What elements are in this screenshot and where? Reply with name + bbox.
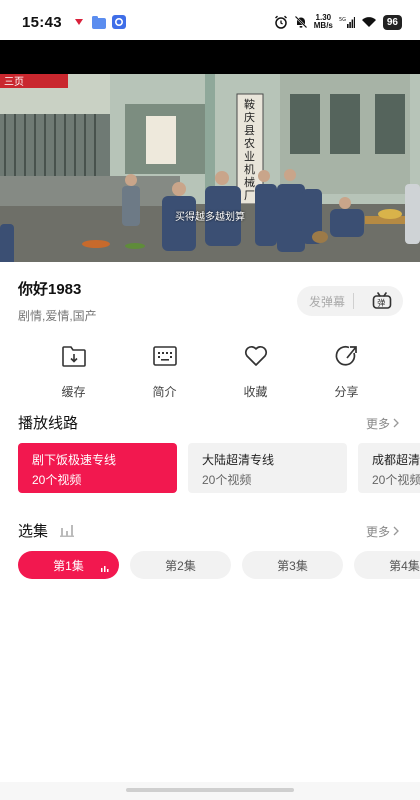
episode-label: 第3集 — [277, 558, 308, 573]
chevron-right-icon — [392, 525, 400, 539]
danmaku-bar: 发弹幕 弹 — [297, 286, 403, 316]
share-button[interactable]: 分享 — [301, 344, 392, 400]
favorite-button[interactable]: 收藏 — [210, 344, 301, 400]
banner-text: 三页 — [4, 76, 24, 88]
favorite-label: 收藏 — [243, 385, 268, 399]
line-name: 大陆超清专线 — [202, 453, 275, 467]
episodes-section-title: 选集 — [18, 520, 75, 541]
show-title: 你好1983 — [18, 281, 82, 298]
heart-icon — [243, 344, 269, 373]
notification-icons — [72, 15, 126, 29]
network-speed: 1.30 MB/s — [314, 14, 333, 30]
chevron-right-icon — [392, 417, 400, 431]
danmaku-divider — [353, 293, 354, 309]
episode-pill[interactable]: 第4集 — [354, 551, 420, 579]
download-label: 缓存 — [61, 385, 86, 399]
cellular-signal-icon: 5G — [339, 15, 355, 29]
keyboard-icon — [152, 344, 178, 373]
line-name: 成都超清 — [372, 453, 420, 467]
play-lines-list: 剧下饭极速专线 20个视频 大陆超清专线 20个视频 成都超清 20个视频 — [18, 443, 420, 493]
app-screen: 15:43 1.30 MB/s 5G 96 三页 鞍庆县农业机械厂 买得越多越划… — [0, 0, 420, 800]
home-indicator[interactable] — [126, 788, 294, 792]
action-row: 缓存 简介 收藏 分享 — [0, 344, 420, 400]
folder-app-icon — [91, 15, 106, 29]
sign-text: 鞍庆县农业机械厂 — [244, 97, 255, 202]
mute-bell-icon — [294, 15, 308, 29]
show-info: 你好1983 剧情,爱情,国产 — [18, 278, 97, 324]
episode-label: 第2集 — [165, 558, 196, 573]
send-danmaku-button[interactable]: 发弹幕 — [297, 293, 353, 310]
download-icon — [61, 344, 87, 373]
episode-pill[interactable]: 第2集 — [130, 551, 231, 579]
video-subtitle: 买得越多越划算 — [175, 212, 245, 223]
playing-indicator-icon — [101, 561, 109, 575]
svg-text:5G: 5G — [339, 17, 346, 23]
wifi-icon — [361, 15, 377, 29]
episode-label: 第1集 — [53, 558, 84, 573]
lines-more-link[interactable]: 更多 — [366, 415, 400, 432]
danmaku-toggle-icon[interactable]: 弹 — [372, 292, 392, 310]
intro-label: 简介 — [152, 385, 177, 399]
settings-app-icon — [111, 15, 126, 29]
episodes-more-label: 更多 — [365, 525, 390, 539]
episodes-title-text: 选集 — [18, 523, 49, 540]
line-name: 剧下饭极速专线 — [32, 453, 117, 467]
line-count: 20个视频 — [32, 473, 82, 487]
video-frame: 三页 鞍庆县农业机械厂 — [0, 74, 420, 262]
lines-more-label: 更多 — [365, 417, 390, 431]
alarm-icon — [274, 15, 288, 29]
video-player[interactable]: 三页 鞍庆县农业机械厂 买得越多越划算 — [0, 40, 420, 262]
line-card[interactable]: 成都超清 20个视频 — [358, 443, 420, 493]
red-arrow-icon — [72, 15, 86, 29]
download-button[interactable]: 缓存 — [28, 344, 119, 400]
battery-indicator: 96 — [382, 14, 402, 30]
intro-button[interactable]: 简介 — [119, 344, 210, 400]
sort-icon[interactable] — [60, 524, 75, 541]
video-scene-image: 三页 鞍庆县农业机械厂 — [0, 74, 420, 262]
episodes-more-link[interactable]: 更多 — [366, 523, 400, 540]
line-count: 20个视频 — [372, 473, 420, 487]
network-speed-unit: MB/s — [313, 21, 333, 30]
share-label: 分享 — [334, 385, 359, 399]
episode-pill[interactable]: 第1集 — [18, 551, 119, 579]
line-card[interactable]: 大陆超清专线 20个视频 — [188, 443, 347, 493]
episode-label: 第4集 — [389, 558, 420, 573]
status-bar: 15:43 1.30 MB/s 5G 96 — [0, 0, 420, 44]
svg-text:弹: 弹 — [377, 298, 385, 308]
share-icon — [334, 344, 360, 373]
show-tags: 剧情,爱情,国产 — [18, 309, 97, 323]
status-time: 15:43 — [22, 13, 62, 31]
status-right-group: 1.30 MB/s 5G 96 — [274, 14, 402, 30]
line-card[interactable]: 剧下饭极速专线 20个视频 — [18, 443, 177, 493]
episode-list: 第1集 第2集 第3集 第4集 — [18, 551, 420, 579]
line-count: 20个视频 — [202, 473, 252, 487]
episode-pill[interactable]: 第3集 — [242, 551, 343, 579]
lines-section-title: 播放线路 — [18, 415, 79, 432]
